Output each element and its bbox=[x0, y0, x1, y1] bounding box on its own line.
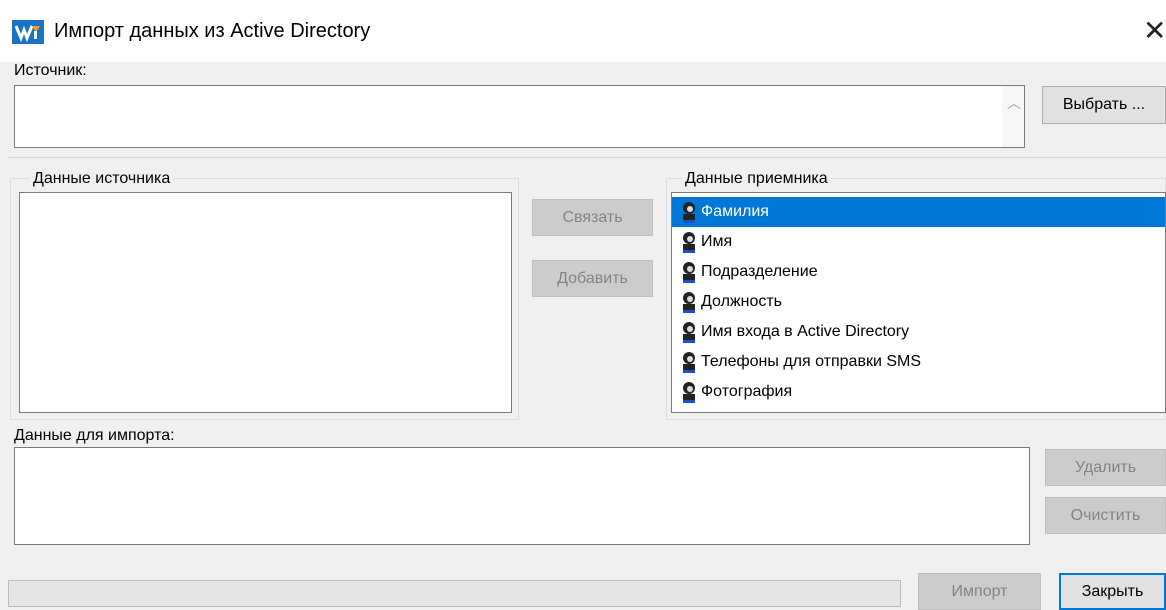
target-list-item-label: Телефоны для отправки SMS bbox=[701, 353, 921, 370]
link-button[interactable]: Связать bbox=[532, 199, 653, 236]
separator bbox=[8, 157, 1166, 158]
person-icon bbox=[683, 292, 695, 313]
add-button[interactable]: Добавить bbox=[532, 260, 653, 297]
progress-bar bbox=[8, 580, 901, 607]
target-list-item[interactable]: Подразделение bbox=[672, 257, 1165, 287]
target-list-item[interactable]: Имя входа в Active Directory bbox=[672, 317, 1165, 347]
close-icon[interactable]: ✕ bbox=[1143, 16, 1166, 46]
person-icon bbox=[683, 382, 695, 403]
target-list-item[interactable]: Должность bbox=[672, 287, 1165, 317]
source-data-list[interactable] bbox=[19, 192, 512, 413]
source-label: Источник: bbox=[14, 62, 87, 79]
import-button[interactable]: Импорт bbox=[918, 573, 1041, 610]
person-icon bbox=[683, 202, 695, 223]
target-list-item-label: Имя входа в Active Directory bbox=[701, 323, 910, 340]
target-list-item-label: Имя bbox=[701, 233, 733, 250]
import-data-list[interactable] bbox=[14, 447, 1030, 545]
import-data-label: Данные для импорта: bbox=[14, 427, 175, 444]
target-list-item-label: Фамилия bbox=[701, 203, 769, 220]
clear-button[interactable]: Очистить bbox=[1045, 497, 1166, 534]
target-list-item-label: Фотография bbox=[701, 383, 793, 400]
person-icon bbox=[683, 232, 695, 253]
choose-source-button[interactable]: Выбрать ... bbox=[1042, 86, 1166, 124]
person-icon bbox=[683, 322, 695, 343]
target-list-item[interactable]: Фотография bbox=[672, 377, 1165, 407]
window-title: Импорт данных из Active Directory bbox=[54, 20, 371, 42]
source-scrollbar[interactable]: ︿ bbox=[1002, 86, 1024, 147]
delete-button[interactable]: Удалить bbox=[1045, 449, 1166, 486]
target-list-item-label: Должность bbox=[701, 293, 782, 310]
target-data-list[interactable]: Фамилия Имя Подразделение Должность Имя вход… bbox=[671, 192, 1166, 413]
source-field[interactable]: ︿ bbox=[14, 85, 1025, 148]
person-icon bbox=[683, 262, 695, 283]
source-data-title: Данные источника bbox=[30, 169, 174, 189]
target-list-item[interactable]: Телефоны для отправки SMS bbox=[672, 347, 1165, 377]
target-list-item[interactable]: Имя bbox=[672, 227, 1165, 257]
app-logo-icon bbox=[12, 20, 44, 44]
close-button[interactable]: Закрыть bbox=[1059, 573, 1166, 610]
target-list-item-label: Подразделение bbox=[701, 263, 818, 280]
scroll-up-icon[interactable]: ︿ bbox=[1007, 93, 1021, 113]
person-icon bbox=[683, 352, 695, 373]
target-list-item[interactable]: Фамилия bbox=[672, 197, 1165, 227]
target-data-title: Данные приемника bbox=[682, 169, 831, 189]
